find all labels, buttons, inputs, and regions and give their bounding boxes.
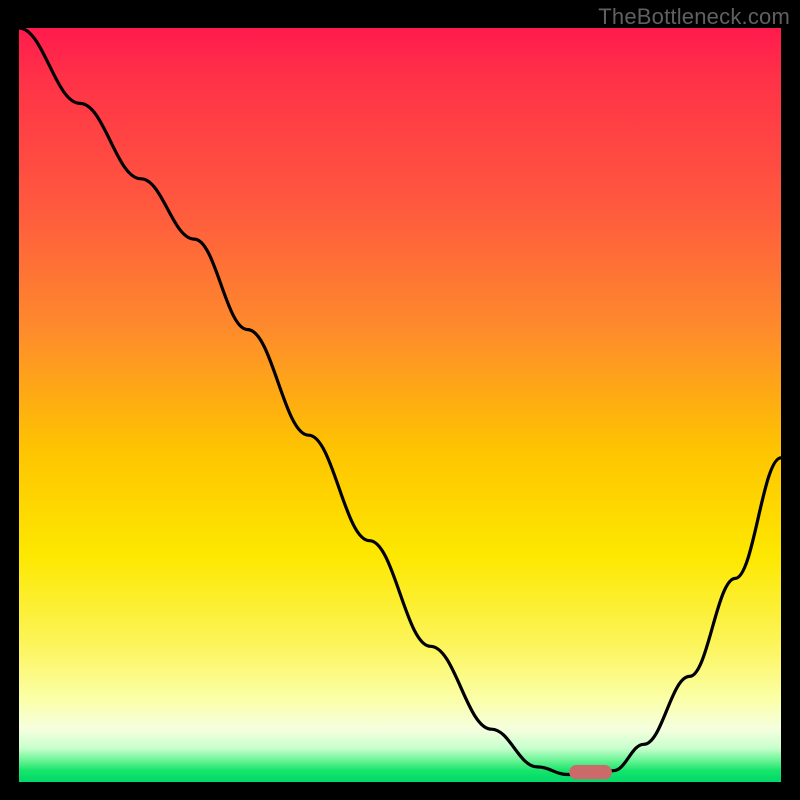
optimum-marker [569, 765, 612, 779]
watermark-text: TheBottleneck.com [598, 4, 790, 30]
bottleneck-curve [19, 28, 781, 775]
chart-frame: TheBottleneck.com [0, 0, 800, 800]
plot-area [19, 28, 781, 782]
